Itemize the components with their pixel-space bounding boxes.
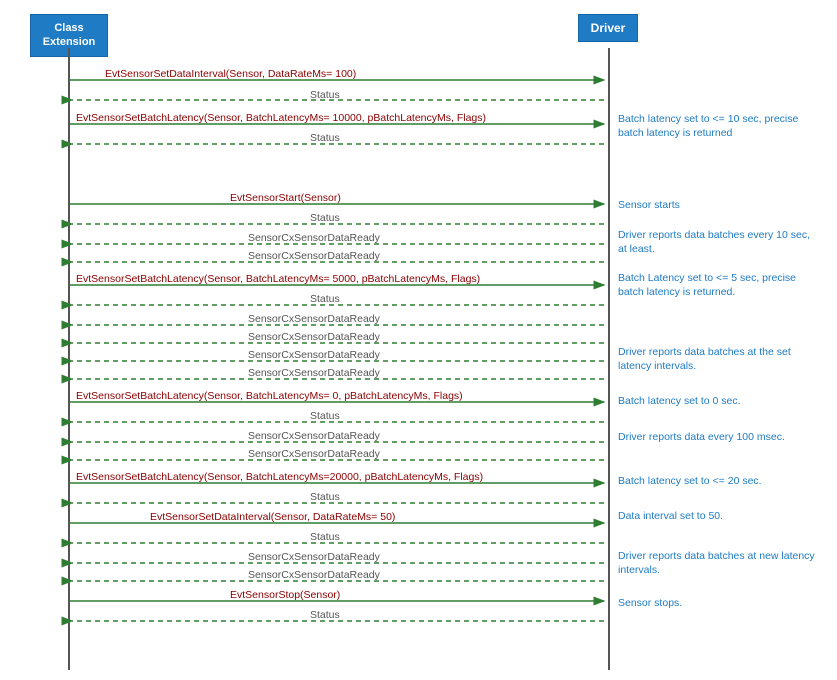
label-a5: EvtSensorStart(Sensor) <box>230 192 341 204</box>
label-a14: SensorCxSensorDataReady <box>248 367 380 379</box>
lifeline-driver <box>608 48 610 670</box>
label-a1: EvtSensorSetDataInterval(Sensor, DataRat… <box>105 68 356 80</box>
label-a6: Status <box>310 212 340 224</box>
note-1: Batch latency set to <= 10 sec, precise … <box>618 112 818 140</box>
label-a9: EvtSensorSetBatchLatency(Sensor, BatchLa… <box>76 273 480 285</box>
label-a13: SensorCxSensorDataReady <box>248 349 380 361</box>
label-a20: Status <box>310 491 340 503</box>
note-8: Batch latency set to <= 20 sec. <box>618 474 818 488</box>
label-a3: EvtSensorSetBatchLatency(Sensor, BatchLa… <box>76 112 486 124</box>
label-a22: Status <box>310 531 340 543</box>
label-a21: EvtSensorSetDataInterval(Sensor, DataRat… <box>150 511 395 523</box>
label-a2: Status <box>310 89 340 101</box>
label-a7: SensorCxSensorDataReady <box>248 232 380 244</box>
note-4: Batch Latency set to <= 5 sec, precise b… <box>618 271 818 299</box>
note-3: Driver reports data batches every 10 sec… <box>618 228 818 256</box>
note-7: Driver reports data every 100 msec. <box>618 430 818 444</box>
label-a25: EvtSensorStop(Sensor) <box>230 589 340 601</box>
label-a26: Status <box>310 609 340 621</box>
note-5: Driver reports data batches at the set l… <box>618 345 818 373</box>
actor-class-extension-label: ClassExtension <box>43 22 96 48</box>
note-11: Sensor stops. <box>618 596 818 610</box>
label-a19: EvtSensorSetBatchLatency(Sensor, BatchLa… <box>76 471 483 483</box>
label-a17: SensorCxSensorDataReady <box>248 430 380 442</box>
label-a16: Status <box>310 410 340 422</box>
sequence-diagram: ClassExtension Driver <box>0 0 837 680</box>
note-10: Driver reports data batches at new laten… <box>618 549 818 577</box>
label-a18: SensorCxSensorDataReady <box>248 448 380 460</box>
label-a8: SensorCxSensorDataReady <box>248 250 380 262</box>
lifeline-class-extension <box>68 48 70 670</box>
actor-driver-label: Driver <box>591 21 626 35</box>
label-a10: Status <box>310 293 340 305</box>
arrows-svg <box>0 0 837 680</box>
note-2: Sensor starts <box>618 198 818 212</box>
label-a11: SensorCxSensorDataReady <box>248 313 380 325</box>
label-a24: SensorCxSensorDataReady <box>248 569 380 581</box>
label-a12: SensorCxSensorDataReady <box>248 331 380 343</box>
note-6: Batch latency set to 0 sec. <box>618 394 818 408</box>
label-a4: Status <box>310 132 340 144</box>
label-a15: EvtSensorSetBatchLatency(Sensor, BatchLa… <box>76 390 463 402</box>
note-9: Data interval set to 50. <box>618 509 818 523</box>
actor-driver: Driver <box>578 14 638 42</box>
label-a23: SensorCxSensorDataReady <box>248 551 380 563</box>
